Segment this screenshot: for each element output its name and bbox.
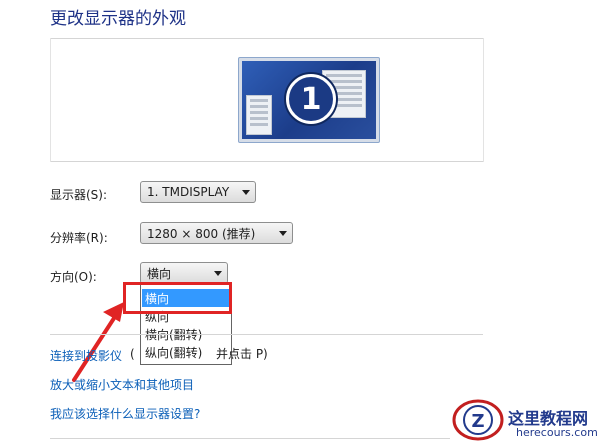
chevron-down-icon xyxy=(214,271,222,276)
chevron-down-icon xyxy=(279,231,287,236)
bottom-divider xyxy=(50,438,450,439)
which-settings-link[interactable]: 我应该选择什么显示器设置? xyxy=(50,405,200,422)
projector-link[interactable]: 连接到投影仪 xyxy=(50,347,122,364)
resolution-label: 分辨率(R): xyxy=(50,231,108,245)
watermark-url: herecours.com xyxy=(516,426,598,439)
orientation-select-value: 横向 xyxy=(147,266,172,281)
preview-window-left xyxy=(246,95,272,135)
preview-right-border xyxy=(483,38,484,162)
option-highlight-box xyxy=(123,282,232,314)
logo-letter: Z xyxy=(471,411,484,432)
monitor-screen: 1 xyxy=(242,61,376,139)
display-label: 显示器(S): xyxy=(50,188,108,202)
orientation-label: 方向(O): xyxy=(50,270,97,284)
projector-hint-end: 并点击 P) xyxy=(216,347,268,361)
preview-bottom-divider xyxy=(50,161,483,162)
links-top-divider xyxy=(50,334,483,335)
resolution-select-value: 1280 × 800 (推荐) xyxy=(147,226,256,241)
preview-top-divider xyxy=(50,38,483,39)
display-select[interactable]: 1. TMDISPLAY xyxy=(140,181,256,203)
site-logo-icon: Z xyxy=(452,399,504,441)
monitor-number-badge: 1 xyxy=(286,74,336,124)
preview-left-border xyxy=(50,38,51,162)
orientation-select[interactable]: 横向 xyxy=(140,262,228,284)
monitor-preview[interactable]: 1 xyxy=(238,57,380,143)
page-title: 更改显示器的外观 xyxy=(50,9,186,29)
display-select-value: 1. TMDISPLAY xyxy=(147,185,230,199)
site-watermark: Z 这里教程网 herecours.com xyxy=(452,396,600,444)
text-size-link[interactable]: 放大或缩小文本和其他项目 xyxy=(50,376,194,393)
resolution-select[interactable]: 1280 × 800 (推荐) xyxy=(140,222,293,244)
chevron-down-icon xyxy=(242,190,250,195)
projector-hint-start: ( xyxy=(130,347,135,361)
